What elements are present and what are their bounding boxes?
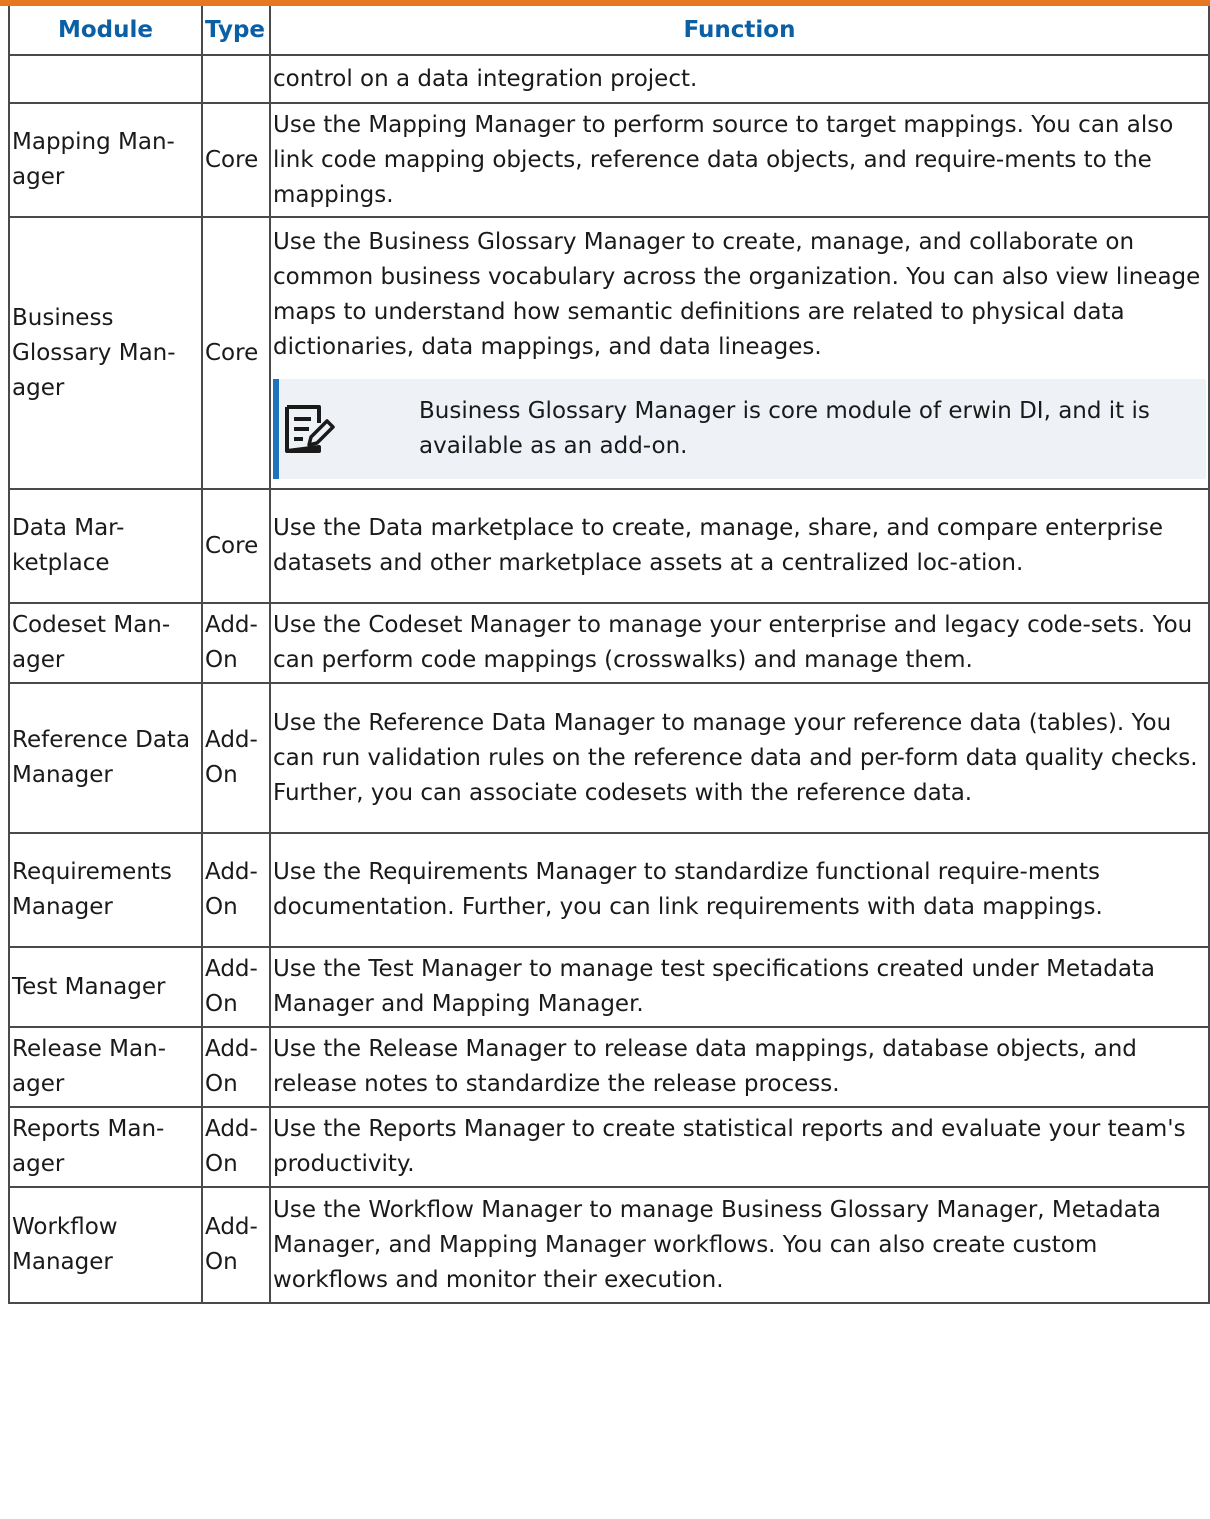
function-cell: Use the Mapping Manager to perform sourc…: [269, 102, 1210, 218]
module-cell: Workflow Manager: [8, 1186, 203, 1304]
table-row: Test Manager Add-On Use the Test Manager…: [8, 946, 1210, 1028]
module-cell: Codeset Man-ager: [8, 602, 203, 684]
type-cell: Core: [201, 488, 271, 604]
function-cell: Use the Business Glossary Manager to cre…: [269, 216, 1210, 490]
function-cell: control on a data integration project.: [269, 54, 1210, 104]
function-cell: Use the Requirements Manager to standard…: [269, 832, 1210, 948]
module-cell: Mapping Man-ager: [8, 102, 203, 218]
table-row: Reference Data Manager Add-On Use the Re…: [8, 682, 1210, 834]
table-row: Business Glossary Man-ager Core Use the …: [8, 216, 1210, 490]
module-cell: Requirements Manager: [8, 832, 203, 948]
module-cell: Data Mar-ketplace: [8, 488, 203, 604]
table-row: Workflow Manager Add-On Use the Workflow…: [8, 1186, 1210, 1304]
table-row: Data Mar-ketplace Core Use the Data mark…: [8, 488, 1210, 604]
type-cell: Add-On: [201, 682, 271, 834]
table-row: control on a data integration project.: [8, 54, 1210, 104]
table-row: Requirements Manager Add-On Use the Requ…: [8, 832, 1210, 948]
type-cell: Add-On: [201, 1026, 271, 1108]
type-cell: Core: [201, 216, 271, 490]
table-header-row: Module Type Function: [8, 6, 1210, 56]
column-header-module: Module: [8, 6, 203, 56]
function-cell: Use the Reports Manager to create statis…: [269, 1106, 1210, 1188]
type-cell: Add-On: [201, 1186, 271, 1304]
table-row: Release Man-ager Add-On Use the Release …: [8, 1026, 1210, 1108]
module-cell: Test Manager: [8, 946, 203, 1028]
type-cell: Add-On: [201, 946, 271, 1028]
module-cell: Reports Man-ager: [8, 1106, 203, 1188]
table-row: Reports Man-ager Add-On Use the Reports …: [8, 1106, 1210, 1188]
function-cell: Use the Codeset Manager to manage your e…: [269, 602, 1210, 684]
type-cell: Add-On: [201, 1106, 271, 1188]
module-cell: Reference Data Manager: [8, 682, 203, 834]
module-cell: Business Glossary Man-ager: [8, 216, 203, 490]
note-edit-icon: [279, 401, 419, 457]
note-text: Business Glossary Manager is core module…: [419, 398, 1150, 459]
function-text: Use the Business Glossary Manager to cre…: [273, 229, 1201, 360]
type-cell: Core: [201, 102, 271, 218]
type-cell: Add-On: [201, 832, 271, 948]
note-callout: Business Glossary Manager is core module…: [273, 379, 1206, 479]
table-row: Mapping Man-ager Core Use the Mapping Ma…: [8, 102, 1210, 218]
column-header-function: Function: [269, 6, 1210, 56]
module-cell: [8, 54, 203, 104]
function-cell: Use the Workflow Manager to manage Busin…: [269, 1186, 1210, 1304]
function-cell: Use the Release Manager to release data …: [269, 1026, 1210, 1108]
type-cell: Add-On: [201, 602, 271, 684]
modules-table: Module Type Function control on a data i…: [8, 6, 1210, 1304]
module-cell: Release Man-ager: [8, 1026, 203, 1108]
function-cell: Use the Reference Data Manager to manage…: [269, 682, 1210, 834]
type-cell: [201, 54, 271, 104]
table-row: Codeset Man-ager Add-On Use the Codeset …: [8, 602, 1210, 684]
column-header-type: Type: [201, 6, 271, 56]
function-cell: Use the Test Manager to manage test spec…: [269, 946, 1210, 1028]
function-cell: Use the Data marketplace to create, mana…: [269, 488, 1210, 604]
